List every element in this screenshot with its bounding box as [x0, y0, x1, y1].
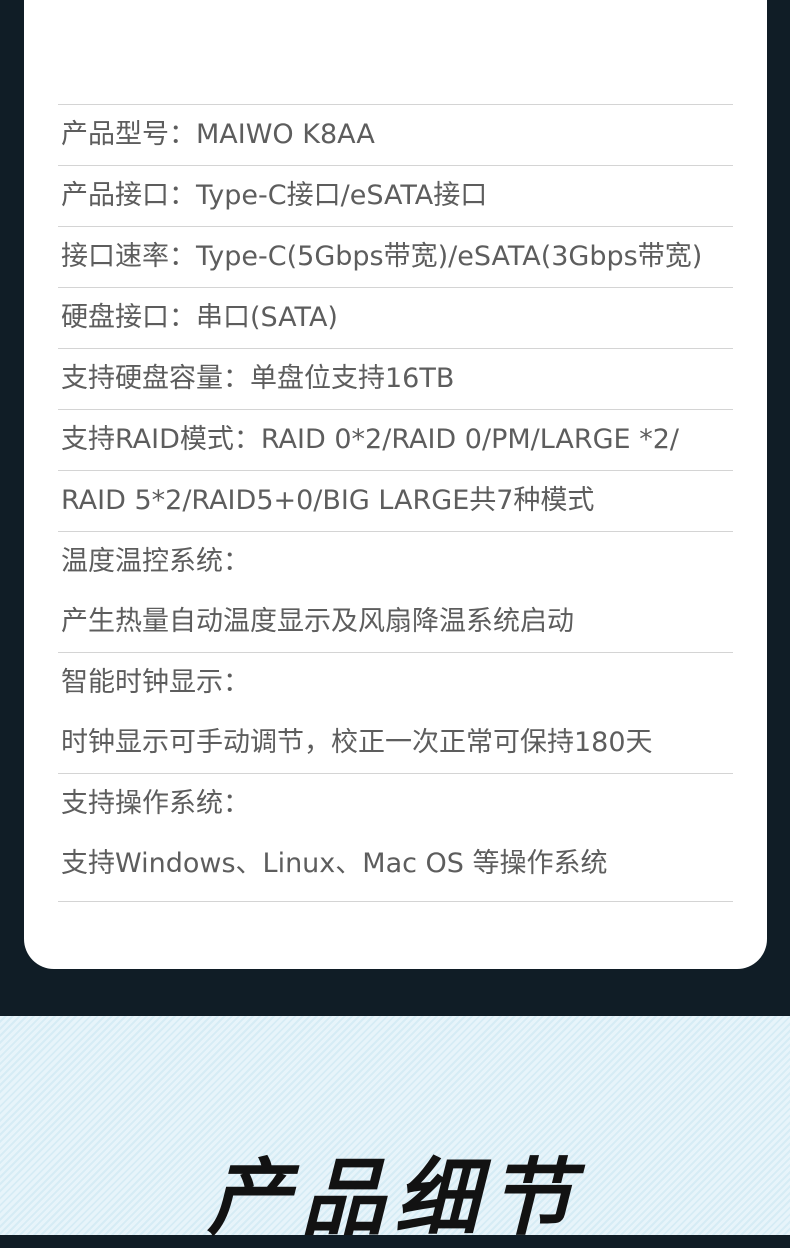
spec-row-interface: 产品接口：Type-C接口/eSATA接口	[58, 166, 733, 226]
spec-row-capacity: 支持硬盘容量：单盘位支持16TB	[58, 349, 733, 409]
spec-label: 智能时钟显示：	[61, 667, 250, 698]
spec-label: 产品型号：	[61, 119, 196, 150]
spec-continuation: 产生热量自动温度显示及风扇降温系统启动	[61, 606, 574, 637]
spec-row-model: 产品型号：MAIWO K8AA	[58, 105, 733, 165]
spec-value: 单盘位支持16TB	[250, 363, 455, 394]
spec-label: 支持RAID模式：	[61, 424, 261, 455]
spec-row-disk-interface: 硬盘接口：串口(SATA)	[58, 288, 733, 348]
detail-heading: 产品细节	[206, 1149, 583, 1247]
spec-continuation: 支持Windows、Linux、Mac OS 等操作系统	[61, 848, 608, 879]
spec-label: 温度温控系统：	[61, 546, 250, 577]
spec-continuation: 时钟显示可手动调节，校正一次正常可保持180天	[61, 727, 653, 758]
spec-label: 支持操作系统：	[61, 788, 250, 819]
divider	[58, 901, 733, 902]
spec-value: RAID 0*2/RAID 0/PM/LARGE *2/	[260, 424, 679, 455]
spec-row-temperature: 温度温控系统： 产生热量自动温度显示及风扇降温系统启动	[58, 532, 733, 652]
spec-label: 接口速率：	[61, 241, 196, 272]
spec-value: Type-C接口/eSATA接口	[196, 180, 488, 211]
spec-row-clock: 智能时钟显示： 时钟显示可手动调节，校正一次正常可保持180天	[58, 653, 733, 773]
spec-value: Type-C(5Gbps带宽)/eSATA(3Gbps带宽)	[196, 241, 703, 272]
spec-row-os: 支持操作系统： 支持Windows、Linux、Mac OS 等操作系统	[58, 774, 733, 894]
spec-row-speed: 接口速率：Type-C(5Gbps带宽)/eSATA(3Gbps带宽)	[58, 227, 733, 287]
spec-label: 支持硬盘容量：	[61, 363, 250, 394]
spec-label: 产品接口：	[61, 180, 196, 211]
spec-continuation: RAID 5*2/RAID5+0/BIG LARGE共7种模式	[61, 485, 595, 516]
spec-value: MAIWO K8AA	[196, 119, 375, 150]
spec-value: 串口(SATA)	[196, 302, 338, 333]
spec-label: 硬盘接口：	[61, 302, 196, 333]
spec-list: 产品型号：MAIWO K8AA 产品接口：Type-C接口/eSATA接口 接口…	[58, 104, 733, 902]
spec-row-raid: 支持RAID模式：RAID 0*2/RAID 0/PM/LARGE *2/ RA…	[58, 410, 733, 531]
spec-heading: 规格参数	[24, 0, 790, 12]
